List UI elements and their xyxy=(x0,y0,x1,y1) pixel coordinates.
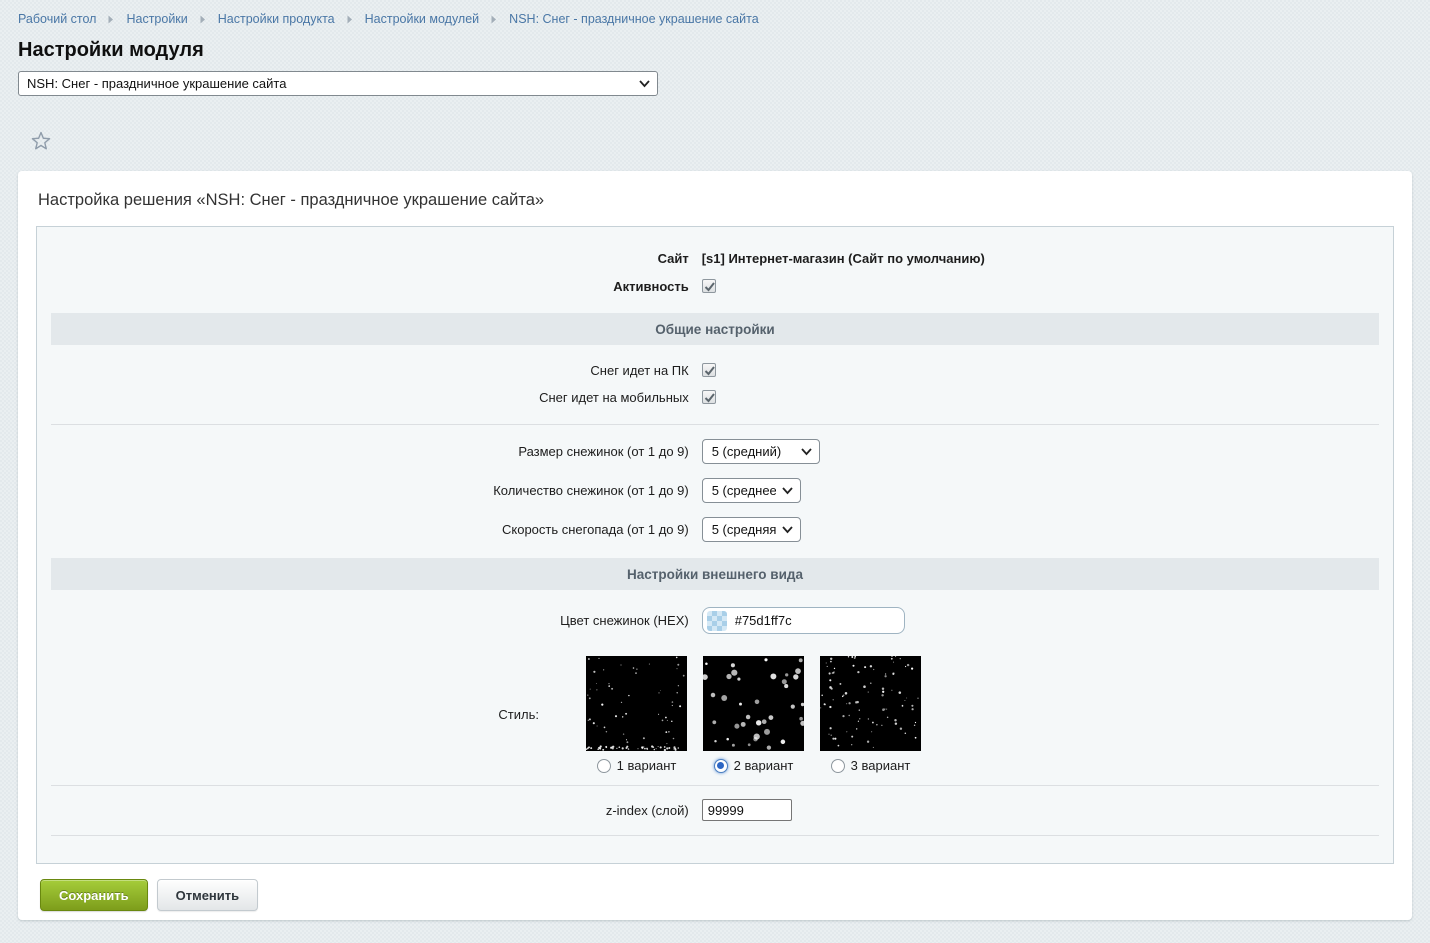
favorite-star-icon[interactable] xyxy=(29,129,53,153)
settings-panel: Настройка решения «NSH: Снег - праздничн… xyxy=(18,171,1412,920)
breadcrumb-separator-icon xyxy=(108,15,114,24)
section-header-appearance: Настройки внешнего вида xyxy=(51,558,1379,590)
flake-count-label: Количество снежинок (от 1 до 9) xyxy=(51,483,702,498)
style-option-text: 1 вариант xyxy=(617,758,677,773)
snow-mobile-label: Снег идет на мобильных xyxy=(51,390,702,405)
breadcrumb-item-settings[interactable]: Настройки xyxy=(126,12,187,26)
breadcrumb-separator-icon xyxy=(200,15,206,24)
breadcrumb-item-desktop[interactable]: Рабочий стол xyxy=(18,12,96,26)
style-radio[interactable] xyxy=(714,759,728,773)
zindex-row: z-index (слой) xyxy=(51,799,1379,821)
style-label: Стиль: xyxy=(51,707,539,722)
flake-color-label: Цвет снежинок (HEX) xyxy=(51,613,702,628)
settings-form: Сайт [s1] Интернет-магазин (Сайт по умол… xyxy=(36,226,1394,864)
flake-color-row: Цвет снежинок (HEX) xyxy=(51,607,1379,634)
divider xyxy=(51,424,1379,425)
zindex-label: z-index (слой) xyxy=(51,803,702,818)
flake-size-label: Размер снежинок (от 1 до 9) xyxy=(51,444,702,459)
cancel-button[interactable]: Отменить xyxy=(157,879,259,911)
style-option-text: 3 вариант xyxy=(851,758,911,773)
flake-count-row: Количество снежинок (от 1 до 9) 5 (средн… xyxy=(51,478,1379,503)
style-option-1: 1 вариант xyxy=(586,656,687,773)
style-option-text: 2 вариант xyxy=(734,758,794,773)
snow-preview[interactable] xyxy=(820,656,921,751)
breadcrumb: Рабочий стол Настройки Настройки продукт… xyxy=(0,0,1430,26)
snowfall-speed-label: Скорость снегопада (от 1 до 9) xyxy=(51,522,702,537)
divider xyxy=(51,835,1379,836)
flake-color-input[interactable] xyxy=(702,607,905,634)
breadcrumb-item-module-settings[interactable]: Настройки модулей xyxy=(365,12,480,26)
site-value: [s1] Интернет-магазин (Сайт по умолчанию… xyxy=(702,251,985,266)
flake-size-select[interactable]: 5 (средний) xyxy=(702,439,820,464)
snow-mobile-checkbox[interactable] xyxy=(702,390,716,404)
style-radio[interactable] xyxy=(831,759,845,773)
snow-preview[interactable] xyxy=(703,656,804,751)
snowfall-speed-select[interactable]: 5 (средняя) xyxy=(702,517,801,542)
activity-checkbox[interactable] xyxy=(702,279,716,293)
style-radio-label-2[interactable]: 2 вариант xyxy=(714,758,794,773)
breadcrumb-separator-icon xyxy=(347,15,353,24)
flake-size-row: Размер снежинок (от 1 до 9) 5 (средний) xyxy=(51,439,1379,464)
module-select[interactable]: NSH: Снег - праздничное украшение сайта xyxy=(18,71,658,96)
activity-row: Активность xyxy=(51,275,1379,297)
style-option-3: 3 вариант xyxy=(820,656,921,773)
style-radio[interactable] xyxy=(597,759,611,773)
style-option-2: 2 вариант xyxy=(703,656,804,773)
save-button[interactable]: Сохранить xyxy=(40,879,148,911)
divider xyxy=(51,785,1379,786)
snow-pc-label: Снег идет на ПК xyxy=(51,363,702,378)
page-title: Настройки модуля xyxy=(18,39,1430,62)
breadcrumb-item-current[interactable]: NSH: Снег - праздничное украшение сайта xyxy=(509,12,758,26)
snow-mobile-row: Снег идет на мобильных xyxy=(51,387,1379,407)
site-row: Сайт [s1] Интернет-магазин (Сайт по умол… xyxy=(51,247,1379,269)
style-radio-label-1[interactable]: 1 вариант xyxy=(597,758,677,773)
site-label: Сайт xyxy=(51,251,702,266)
style-row: Стиль: 1 вариант 2 вариант xyxy=(51,656,1379,773)
breadcrumb-item-product-settings[interactable]: Настройки продукта xyxy=(218,12,335,26)
color-swatch[interactable] xyxy=(707,611,727,631)
flake-count-select[interactable]: 5 (среднее) xyxy=(702,478,801,503)
style-radio-label-3[interactable]: 3 вариант xyxy=(831,758,911,773)
snow-pc-row: Снег идет на ПК xyxy=(51,360,1379,380)
snowfall-speed-row: Скорость снегопада (от 1 до 9) 5 (средня… xyxy=(51,517,1379,542)
breadcrumb-separator-icon xyxy=(491,15,497,24)
activity-label: Активность xyxy=(51,279,702,294)
section-header-general: Общие настройки xyxy=(51,313,1379,345)
form-title: Настройка решения «NSH: Снег - праздничн… xyxy=(38,191,1394,210)
zindex-input[interactable] xyxy=(702,799,792,821)
snow-preview[interactable] xyxy=(586,656,687,751)
snow-pc-checkbox[interactable] xyxy=(702,363,716,377)
